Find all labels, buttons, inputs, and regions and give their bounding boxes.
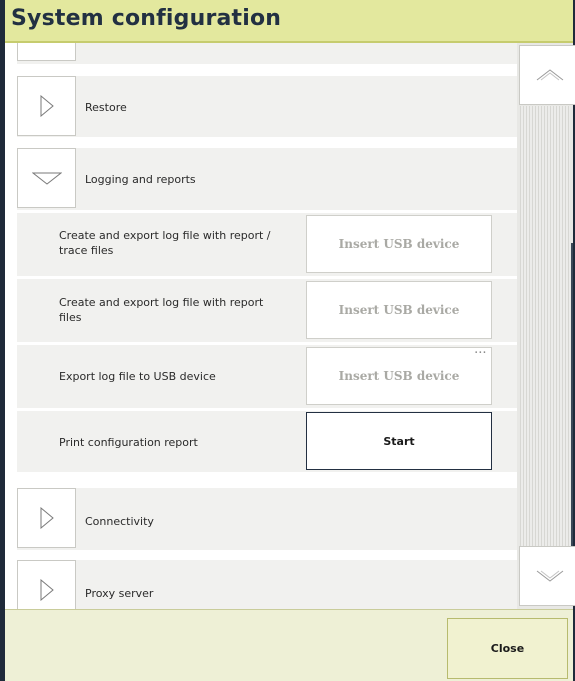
scroll-down-button[interactable] (519, 546, 575, 606)
section-logging-and-reports[interactable]: Logging and reports (17, 148, 517, 210)
more-indicator: ... (474, 346, 487, 356)
footer-bar: Close (5, 609, 573, 681)
setting-row: Print configuration report Start (17, 411, 517, 472)
section-restore[interactable]: Restore (17, 76, 517, 137)
expand-button[interactable] (17, 488, 76, 548)
chevron-right-icon (40, 507, 54, 529)
setting-row: Export log file to USB device ... Insert… (17, 345, 517, 408)
section-label-connectivity: Connectivity (85, 515, 154, 528)
button-label: Insert USB device (338, 303, 460, 317)
insert-usb-device-button[interactable]: Insert USB device (306, 281, 492, 339)
section-label-logging: Logging and reports (85, 173, 196, 186)
collapse-button[interactable] (17, 148, 76, 208)
system-configuration-window: System configuration Restore Logging and… (0, 0, 575, 681)
section-connectivity[interactable]: Connectivity (17, 488, 517, 550)
scroll-thumb[interactable] (571, 243, 573, 546)
chevron-down-icon (31, 172, 62, 185)
setting-label: Print configuration report (59, 436, 198, 449)
expand-button[interactable] (17, 43, 76, 61)
window-title: System configuration (11, 6, 282, 31)
section-label-restore: Restore (85, 101, 127, 114)
scroll-up-button[interactable] (519, 45, 575, 105)
expand-button[interactable] (17, 560, 76, 609)
close-button-label: Close (490, 642, 525, 655)
expand-button[interactable] (17, 76, 76, 136)
settings-list: Restore Logging and reports Create and e… (5, 43, 517, 609)
setting-row: Create and export log file with report f… (17, 279, 517, 342)
vertical-scrollbar[interactable] (517, 43, 575, 609)
insert-usb-device-button[interactable]: ... Insert USB device (306, 346, 492, 405)
start-button[interactable]: Start (306, 412, 492, 470)
section-row-partial (17, 43, 517, 64)
scroll-down-icon (536, 570, 563, 582)
chevron-right-icon (40, 95, 54, 117)
scroll-track[interactable] (520, 106, 570, 546)
setting-label: Create and export log file with report f… (59, 296, 264, 324)
title-bar: System configuration (5, 0, 573, 43)
close-button[interactable]: Close (447, 618, 568, 679)
button-label: Start (383, 434, 415, 448)
setting-row: Create and export log file with report /… (17, 213, 517, 276)
section-label-proxy: Proxy server (85, 587, 154, 600)
button-label: Insert USB device (338, 237, 460, 251)
insert-usb-device-button[interactable]: Insert USB device (306, 215, 492, 273)
section-proxy-server[interactable]: Proxy server (17, 560, 517, 609)
scroll-up-icon (536, 69, 563, 81)
chevron-right-icon (40, 579, 54, 601)
setting-label: Export log file to USB device (59, 370, 216, 383)
button-label: Insert USB device (338, 369, 460, 383)
setting-label: Create and export log file with report /… (59, 229, 271, 257)
